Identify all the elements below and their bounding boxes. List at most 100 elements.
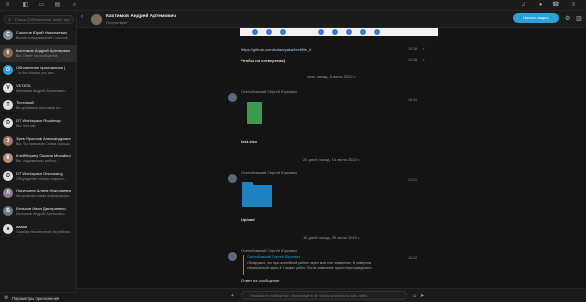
chat-name: DT Workspace Discussing [16,170,63,176]
chat-preview: Вы: подключены работу... [16,159,59,164]
chat-preview: Обсуждение теперь открыто... [16,176,67,181]
avatar[interactable] [228,93,237,102]
avatar: D [3,170,13,181]
toolbar-dot [332,29,338,35]
app-settings-label: Параметры приложения [12,296,60,301]
chat-name: aaaaa [16,223,28,229]
message-time: 16:22 [408,256,417,260]
chat-list-item[interactable]: З Зуев Ярослав Александрович Вы: Ты написа… [0,133,77,150]
xlsx-file-icon[interactable] [247,102,262,124]
send-icon[interactable]: ➤ [420,293,424,299]
emoji-icon[interactable]: ☺ [412,293,417,299]
date-separator: 20 дней назад, 14 июля 2022 г. [302,157,361,162]
chat-list-item[interactable]: К Кахтимов Андрей Артемович Вы: Ответ на с… [0,44,77,62]
message-sender[interactable]: Оселобовский Сергей Юрьевич [241,90,297,94]
avatar: С [3,30,13,40]
chat-name: Кахтимов Андрей Артемович [16,47,71,53]
folder-icon[interactable]: ▤ [54,2,61,9]
avatar[interactable] [228,252,237,261]
avatar: a [3,223,13,234]
chat-list-item[interactable]: О Обновление приложения (- In the sidebar… [0,62,77,79]
phone-icon[interactable]: ☎ [552,2,559,9]
chat-list-item[interactable]: Т Тестовый Вы добавили Кахтимов Ан... [0,97,77,114]
reply-quote[interactable]: Оселобовский Сергей Юрьевич Обнаружил, ч… [243,255,403,275]
file-name[interactable]: Upload [241,217,255,222]
chat-list-item[interactable]: a aaaaa Ошибки неизвестной ли работы... [0,221,77,238]
message-text: Ответ на сообщение [241,278,280,283]
chat-preview: Кахтимов Андрей Артемович [16,212,65,216]
back-icon[interactable]: ‹ [81,14,83,20]
chat-list-item[interactable]: ККлейберину Оксана МихайловнаВы: подключ… [0,150,77,167]
chat-name: Обновление приложения ( [16,65,66,71]
avatar: Л [3,188,13,199]
message-list: https://github.com/kotaoryaka/text/file_… [77,28,586,288]
avatar[interactable] [91,14,102,25]
message-link[interactable]: https://github.com/kotaoryaka/text/file_… [241,47,311,52]
chat-list-item[interactable]: D DT Workspace Roadmap Вы: test.xlsx [0,115,77,132]
chat-name: Лисичкина Алина Николаевна [16,188,71,194]
top-bar: ≡ ◧ ▭ ▤ ⌕ ♫ ● ☎ ≡ [0,0,586,11]
avatar: Б [3,206,13,216]
bell-icon[interactable]: ♫ [520,2,527,9]
message-input[interactable] [250,292,400,299]
message-text: Чтобы ни сотвергали) [241,58,285,63]
avatar: З [3,135,13,146]
search-input[interactable] [15,16,73,23]
settings-icon[interactable]: ⚙ [565,15,570,22]
chat-preview: Вы: test.xlsx [16,124,36,128]
avatar: V [3,82,13,93]
avatar: К [3,153,13,164]
avatar[interactable] [228,174,237,183]
toolbar-dot [252,29,258,35]
folder-icon[interactable] [242,182,272,207]
toolbar-dot [266,29,272,35]
message-time: 16:38 [408,58,417,62]
message-time: 16:34 [408,98,417,102]
chat-name: Клейберину Оксана Михайловна [16,153,71,159]
file-name[interactable]: test.xlsx [241,139,257,144]
chat-preview: Актуальная новая информация... [16,194,71,199]
chat-list-item[interactable]: С Соколов Юрий Николаевич Вызов пользовате… [0,27,77,44]
chat-name: VKTATA [16,82,31,88]
chat-preview: Вы добавили Кахтимов Ан... [16,106,64,111]
message-input-wrap[interactable] [241,291,407,300]
chat-name: Зуев Ярослав Александрович [16,135,71,141]
date-separator: пять назад, 8 июля 2022 г. [307,74,356,79]
message-sender[interactable]: Оселобовский Сергей Юрьевич [241,171,297,175]
message-time: 16:38 [408,47,417,51]
avatar: Т [3,100,13,111]
chat-name: Тестовый [16,100,34,106]
chat-name: Бельков Иван Дмитриевич [16,206,66,211]
start-video-button[interactable]: Начать видео [513,13,559,23]
quote-text: тематической через 3-7 может работ. Посл… [247,266,375,270]
chat-sidebar: ⌕ ССоколов Юрий НиколаевичВызов пользова… [0,11,77,302]
toolbar-dot [374,29,380,35]
avatar: О [3,65,13,76]
message-time: 13:01 [408,178,417,182]
chat-list-item[interactable]: Б Бельков Иван Дмитриевич Кахтимов Андрей … [0,203,77,220]
message-composer: + ☺ ➤ [77,288,586,302]
toolbar-dot [360,29,366,35]
search-icon: ⌕ [8,17,11,23]
search-icon[interactable]: ⌕ [71,2,78,9]
user-icon[interactable]: ● [537,2,544,9]
chat-icon[interactable]: ◧ [22,2,29,9]
chat-list-item[interactable]: V VKTATA Кахтимов Андрей Артемович... [0,80,77,97]
read-check-icon: ✓ [422,57,426,62]
avatar: D [3,118,13,128]
chat-preview: - In the sidebar you can... [16,71,57,76]
sidebar-toggle-icon[interactable]: ▥ [576,15,582,22]
menu-icon[interactable]: ≡ [570,2,577,9]
monitor-icon[interactable]: ▭ [38,2,45,9]
chat-list-item[interactable]: Л Лисичкина Алина Николаевна Актуальная но… [0,185,77,202]
chat-title[interactable]: Кахтимов Андрей Артемович [106,14,176,19]
app-settings[interactable]: ⚙ Параметры приложения [0,292,77,302]
message-sender[interactable]: Оселобовский Сергей Юрьевич [241,249,297,253]
plus-icon[interactable]: + [231,293,234,299]
chat-preview: Вы: Ты написали Слава хорошо... [16,141,71,146]
chat-list-item[interactable]: D DT Workspace Discussing Обсуждение тепер… [0,168,77,185]
chat-header: ‹ Кахтимов Андрей Артемович Отсутствует … [77,11,586,28]
chat-name: Соколов Юрий Николаевич [16,30,68,35]
sidebar-search[interactable]: ⌕ [4,15,74,24]
layers-icon[interactable]: ≡ [4,2,11,9]
